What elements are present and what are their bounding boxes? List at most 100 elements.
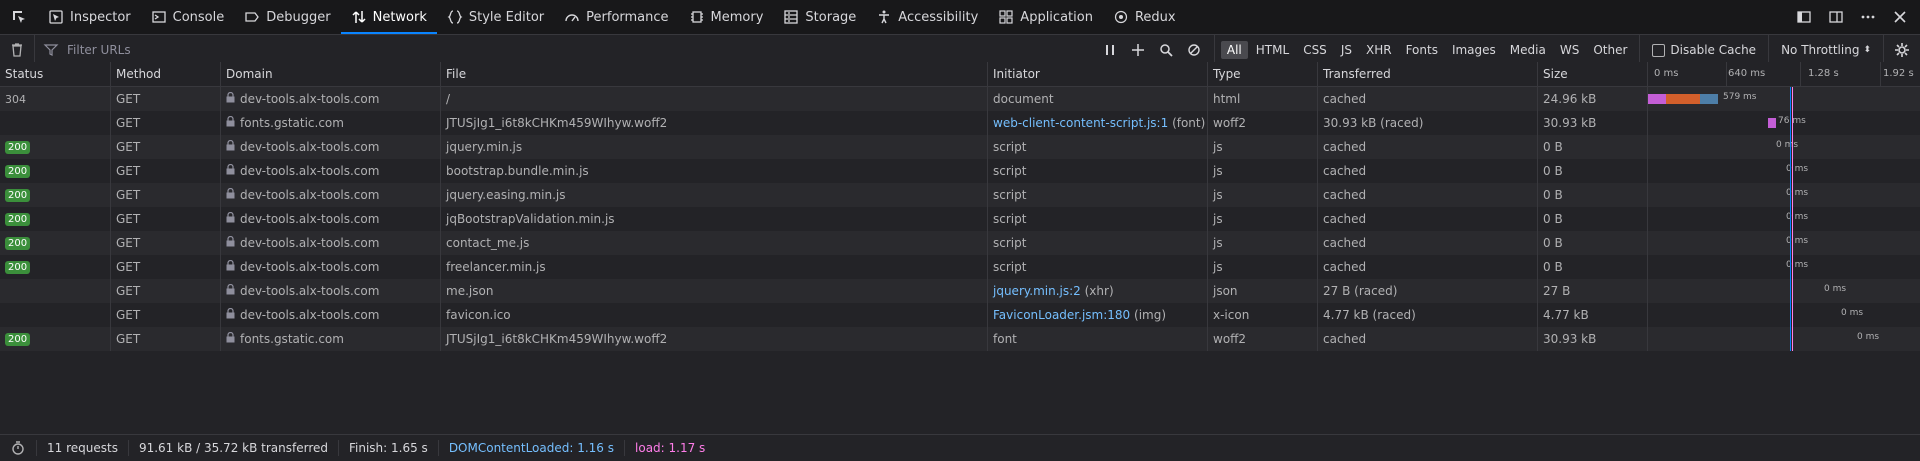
tick-gridline xyxy=(1800,62,1801,86)
status-badge: 200 xyxy=(5,140,31,154)
performance-analysis-button[interactable] xyxy=(0,440,37,456)
load-marker xyxy=(1792,87,1793,111)
table-row[interactable]: 200 GET dev-tools.alx-tools.com freelancer.… xyxy=(0,255,1920,279)
plus-icon[interactable] xyxy=(1130,42,1146,58)
initiator-link[interactable]: web-client-content-script.js:1 xyxy=(993,116,1168,130)
tab-redux[interactable]: Redux xyxy=(1103,0,1186,34)
more-options-icon[interactable] xyxy=(1860,9,1876,25)
filter-type-media[interactable]: Media xyxy=(1504,41,1552,59)
cell-initiator: web-client-content-script.js:1 (font) xyxy=(988,111,1208,135)
tab-label: Console xyxy=(172,9,225,25)
initiator-text: font xyxy=(993,332,1017,346)
search-icon[interactable] xyxy=(1158,42,1174,58)
tick-label: 1.92 s xyxy=(1883,68,1914,79)
table-row[interactable]: 304 GET dev-tools.alx-tools.com / document ht… xyxy=(0,87,1920,111)
block-icon[interactable] xyxy=(1186,42,1202,58)
dom-content-loaded-marker xyxy=(1790,111,1791,135)
filter-type-other[interactable]: Other xyxy=(1587,41,1633,59)
tab-inspector[interactable]: Inspector xyxy=(38,0,141,34)
cell-transferred: cached xyxy=(1318,231,1538,255)
tab-accessibility[interactable]: Accessibility xyxy=(866,0,988,34)
cell-domain: dev-tools.alx-tools.com xyxy=(221,183,441,207)
element-picker-button[interactable] xyxy=(0,0,38,34)
tab-application[interactable]: Application xyxy=(988,0,1103,34)
dom-content-loaded: DOMContentLoaded: 1.16 s xyxy=(439,440,626,456)
table-row[interactable]: 200 GET dev-tools.alx-tools.com jqBootstrap… xyxy=(0,207,1920,231)
filter-type-images[interactable]: Images xyxy=(1446,41,1502,59)
cell-domain: dev-tools.alx-tools.com xyxy=(221,87,441,111)
close-icon[interactable] xyxy=(1892,9,1908,25)
disable-cache-toggle[interactable]: Disable Cache xyxy=(1639,35,1768,65)
initiator-text: script xyxy=(993,164,1027,178)
cell-type: js xyxy=(1208,207,1318,231)
column-transferred[interactable]: Transferred xyxy=(1318,62,1538,86)
cell-initiator: FaviconLoader.jsm:180 (img) xyxy=(988,303,1208,327)
table-row[interactable]: 200 GET dev-tools.alx-tools.com jquery.min.… xyxy=(0,135,1920,159)
tab-debugger[interactable]: Debugger xyxy=(234,0,340,34)
tab-performance[interactable]: Performance xyxy=(554,0,678,34)
cell-type: x-icon xyxy=(1208,303,1318,327)
status-badge: 200 xyxy=(5,332,31,346)
cell-initiator: script xyxy=(988,207,1208,231)
filter-urls xyxy=(35,42,1090,58)
dom-content-loaded-marker xyxy=(1790,87,1791,111)
load-marker xyxy=(1792,183,1793,207)
filter-type-html[interactable]: HTML xyxy=(1250,41,1295,59)
filter-type-ws[interactable]: WS xyxy=(1554,41,1585,59)
initiator-text: script xyxy=(993,260,1027,274)
column-size[interactable]: Size xyxy=(1538,62,1648,86)
filter-type-js[interactable]: JS xyxy=(1335,41,1358,59)
table-row[interactable]: 200 GET dev-tools.alx-tools.com contact_me.… xyxy=(0,231,1920,255)
tab-network[interactable]: Network xyxy=(340,0,438,34)
column-type[interactable]: Type xyxy=(1208,62,1318,86)
filter-type-fonts[interactable]: Fonts xyxy=(1400,41,1444,59)
table-row[interactable]: GET dev-tools.alx-tools.com me.json jquery.… xyxy=(0,279,1920,303)
column-method[interactable]: Method xyxy=(111,62,221,86)
settings-button[interactable] xyxy=(1883,35,1920,65)
cell-initiator: script xyxy=(988,255,1208,279)
cell-file: freelancer.min.js xyxy=(441,255,988,279)
cell-size: 24.96 kB xyxy=(1538,87,1648,111)
initiator-link[interactable]: FaviconLoader.jsm:180 xyxy=(993,308,1130,322)
column-waterfall[interactable]: 0 ms 640 ms 1.28 s 1.92 s xyxy=(1648,62,1920,86)
cell-size: 4.77 kB xyxy=(1538,303,1648,327)
inspector-icon xyxy=(48,9,64,25)
filter-urls-input[interactable] xyxy=(65,42,769,58)
tab-label: Storage xyxy=(805,9,857,25)
cell-method: GET xyxy=(111,279,221,303)
network-icon xyxy=(351,9,367,25)
pause-icon[interactable] xyxy=(1102,42,1118,58)
throttling-select[interactable]: No Throttling ⬍ xyxy=(1768,35,1883,65)
initiator-cause: (xhr) xyxy=(1084,284,1114,298)
table-row[interactable]: GET fonts.gstatic.com JTUSjIg1_i6t8kCHKm45… xyxy=(0,111,1920,135)
timing-bar-segment xyxy=(1666,94,1700,104)
cell-waterfall: 0 ms xyxy=(1648,327,1920,351)
tab-style-editor[interactable]: Style Editor xyxy=(437,0,554,34)
column-initiator[interactable]: Initiator xyxy=(988,62,1208,86)
cell-status: 200 xyxy=(0,183,111,207)
domain-text: dev-tools.alx-tools.com xyxy=(240,260,380,274)
filter-type-css[interactable]: CSS xyxy=(1297,41,1333,59)
table-row[interactable]: 200 GET dev-tools.alx-tools.com jquery.easi… xyxy=(0,183,1920,207)
load-marker xyxy=(1792,111,1793,135)
filter-type-all[interactable]: All xyxy=(1220,41,1248,59)
clear-button[interactable] xyxy=(0,35,35,65)
split-icon[interactable] xyxy=(1828,9,1844,25)
table-row[interactable]: GET dev-tools.alx-tools.com favicon.ico Fav… xyxy=(0,303,1920,327)
cell-domain: dev-tools.alx-tools.com xyxy=(221,303,441,327)
tab-console[interactable]: Console xyxy=(141,0,235,34)
table-row[interactable]: 200 GET dev-tools.alx-tools.com bootstrap.b… xyxy=(0,159,1920,183)
tab-storage[interactable]: Storage xyxy=(773,0,866,34)
status-code: 304 xyxy=(5,92,26,106)
table-row[interactable]: 200 GET fonts.gstatic.com JTUSjIg1_i6t8kCHK… xyxy=(0,327,1920,351)
tab-memory[interactable]: Memory xyxy=(679,0,774,34)
initiator-link[interactable]: jquery.min.js:2 xyxy=(993,284,1081,298)
column-status[interactable]: Status xyxy=(0,62,111,86)
initiator-cause: (img) xyxy=(1134,308,1167,322)
filter-type-xhr[interactable]: XHR xyxy=(1360,41,1398,59)
disable-cache-checkbox[interactable] xyxy=(1652,43,1666,57)
column-file[interactable]: File xyxy=(441,62,988,86)
column-domain[interactable]: Domain xyxy=(221,62,441,86)
cell-method: GET xyxy=(111,159,221,183)
dock-icon[interactable] xyxy=(1796,9,1812,25)
